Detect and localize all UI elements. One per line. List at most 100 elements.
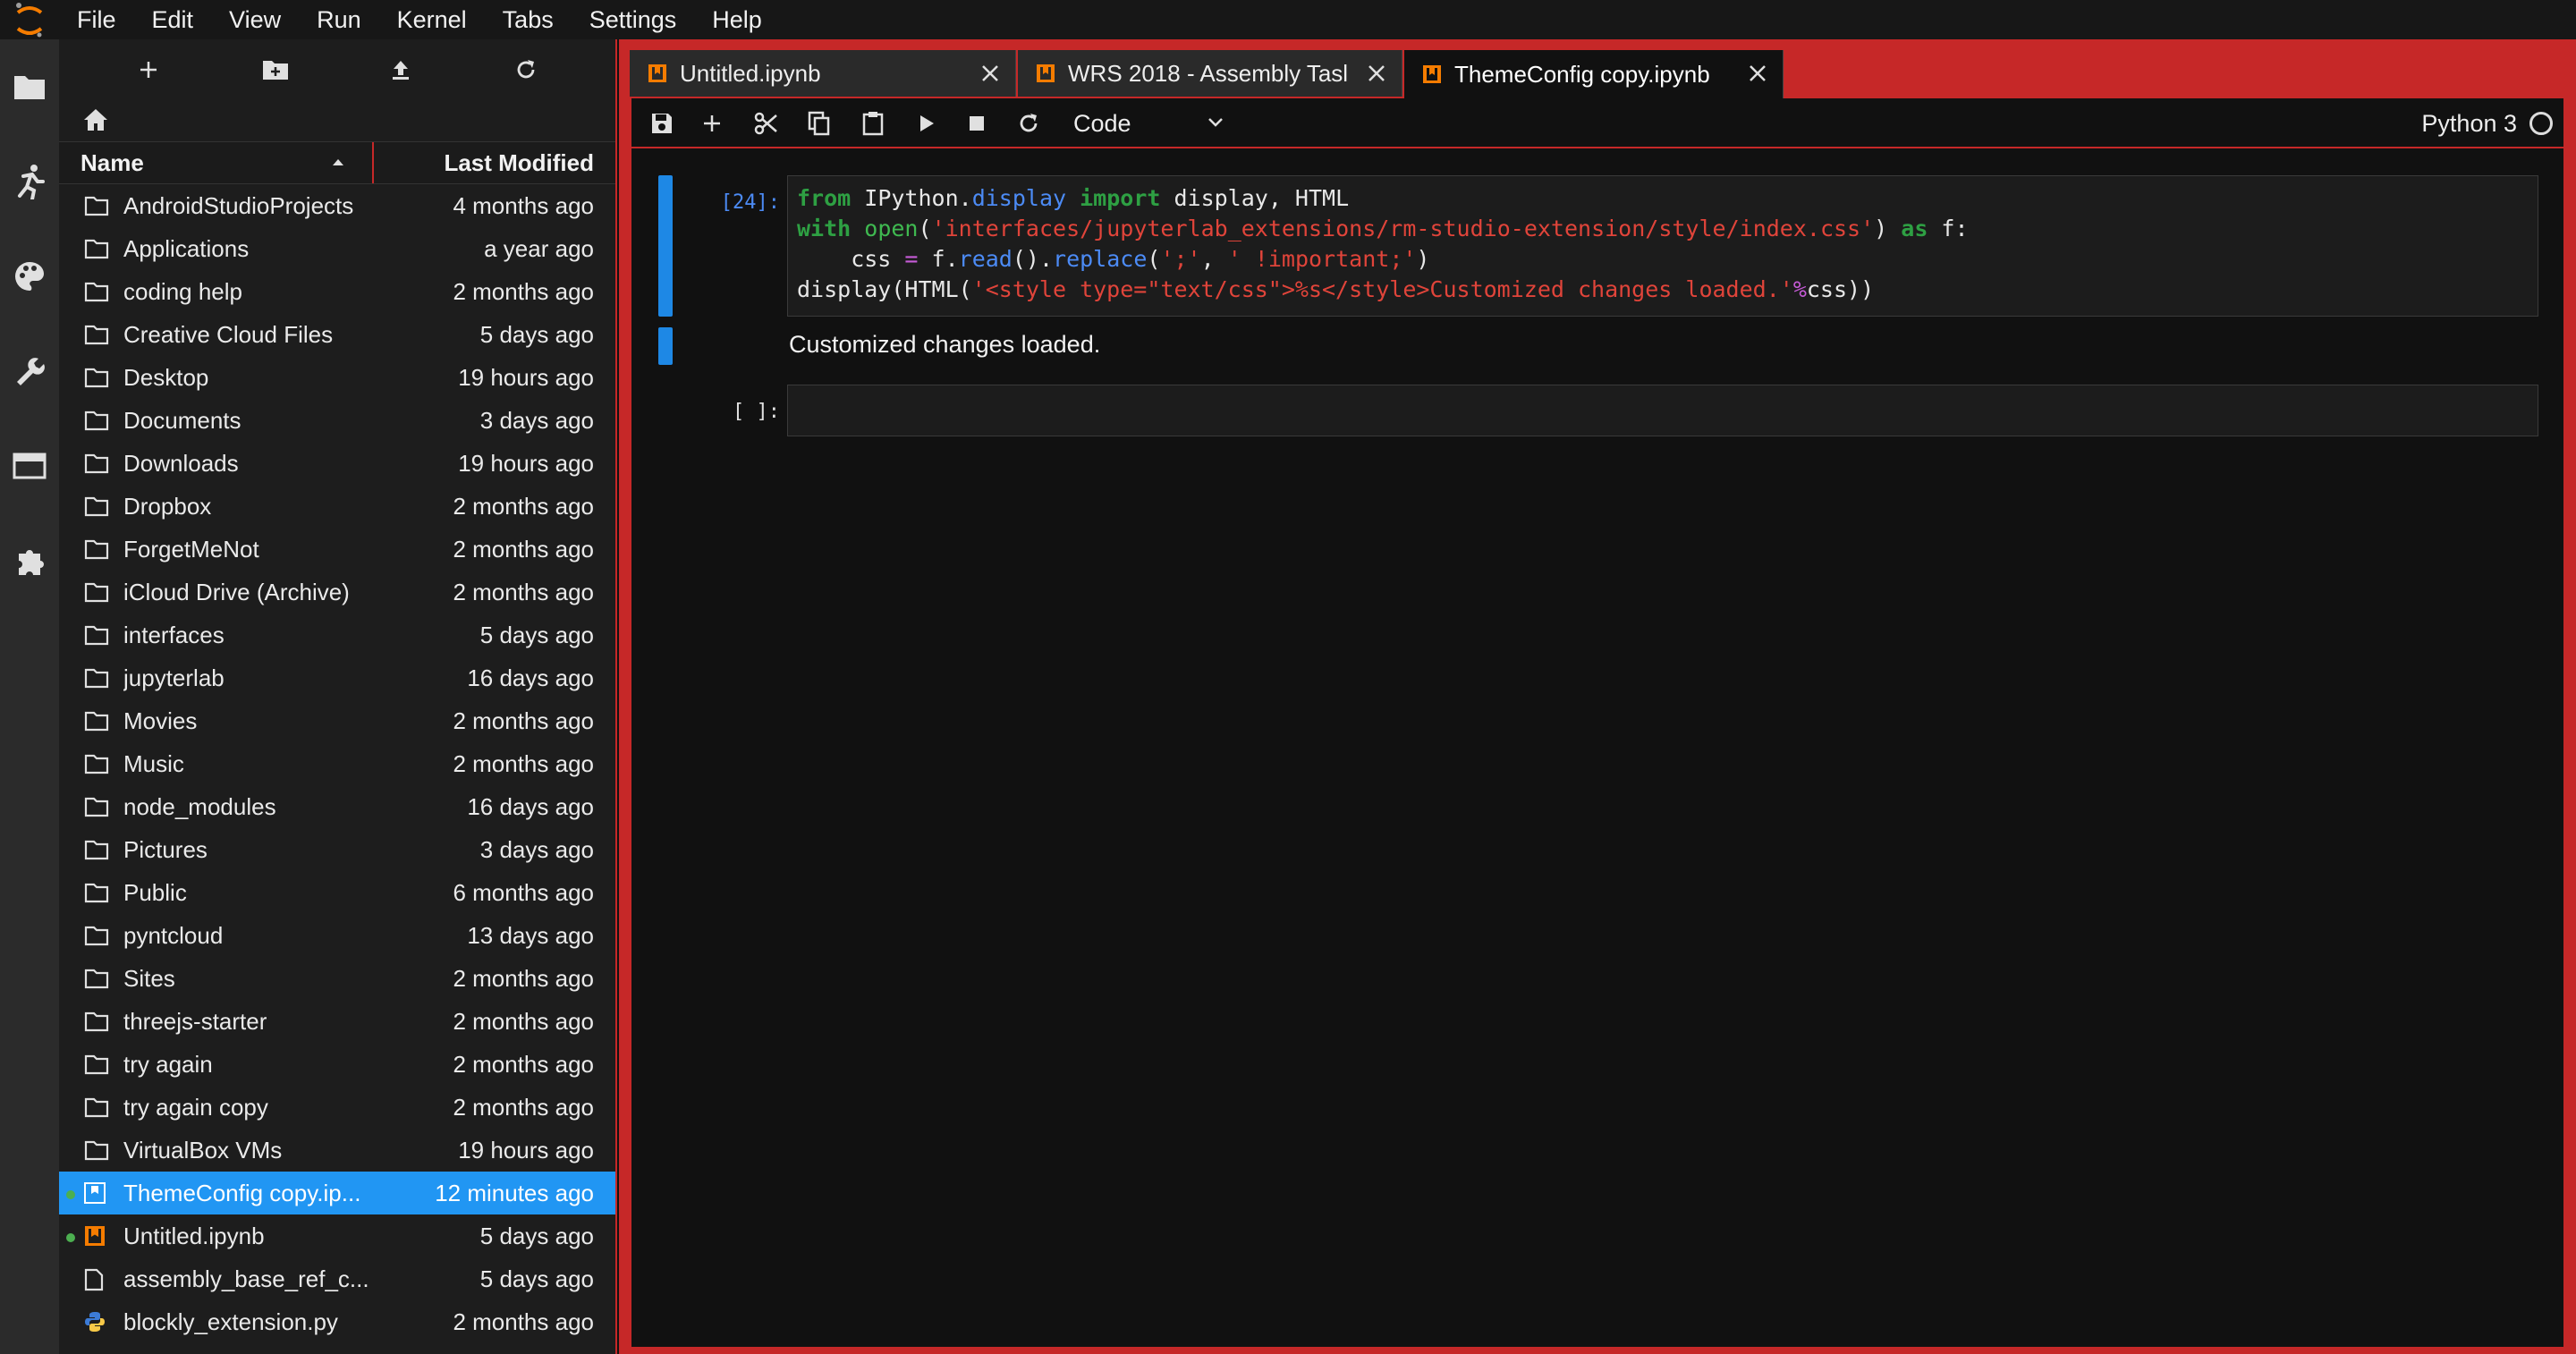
file-modified: 2 months ago: [453, 493, 594, 520]
file-modified: 2 months ago: [453, 579, 594, 605]
file-list-item[interactable]: ForgetMeNot 2 months ago: [59, 528, 615, 571]
restart-icon[interactable]: [1011, 107, 1046, 140]
folder-icon: [84, 538, 109, 562]
home-icon[interactable]: [82, 107, 109, 134]
folder-icon: [84, 968, 109, 991]
file-list-item[interactable]: try again copy 2 months ago: [59, 1086, 615, 1129]
file-list-item[interactable]: Dropbox 2 months ago: [59, 485, 615, 528]
extension-icon[interactable]: [0, 528, 59, 594]
copy-icon[interactable]: [801, 107, 837, 140]
run-icon[interactable]: [909, 107, 945, 140]
file-list-item[interactable]: Downloads 19 hours ago: [59, 442, 615, 485]
paste-icon[interactable]: [855, 107, 891, 140]
file-list-item[interactable]: ThemeConfig copy.ip... 12 minutes ago: [59, 1172, 615, 1214]
file-list-item[interactable]: try again 2 months ago: [59, 1043, 615, 1086]
file-name: ForgetMeNot: [123, 536, 259, 563]
file-list-item[interactable]: Pictures 3 days ago: [59, 828, 615, 871]
refresh-icon[interactable]: [506, 50, 546, 89]
new-folder-icon[interactable]: [256, 50, 295, 89]
kernel-name[interactable]: Python 3: [2421, 98, 2517, 148]
stop-icon[interactable]: [959, 107, 995, 140]
file-list-item[interactable]: pyntcloud 13 days ago: [59, 914, 615, 957]
activity-bar: [0, 39, 59, 1354]
main-dock-area: Untitled.ipynb WRS 2018 - Assembly Tasl …: [619, 39, 2576, 1354]
modified-column-header[interactable]: Last Modified: [374, 142, 615, 183]
file-list-item[interactable]: Movies 2 months ago: [59, 699, 615, 742]
code-line: css = f.read().replace(';', ' !important…: [797, 246, 1430, 272]
menu-kernel[interactable]: Kernel: [379, 0, 485, 39]
folder-icon: [84, 753, 109, 776]
notebook-icon: [84, 1225, 109, 1248]
file-list-item[interactable]: jupyterlab 16 days ago: [59, 656, 615, 699]
file-name: interfaces: [123, 622, 225, 648]
notebook-toolbar: Code Python 3: [631, 98, 2563, 148]
menu-help[interactable]: Help: [694, 0, 780, 39]
file-modified: 19 hours ago: [458, 450, 594, 477]
file-name: jupyterlab: [123, 664, 225, 691]
file-name: Music: [123, 750, 184, 777]
folder-icon: [84, 1011, 109, 1034]
wrench-icon[interactable]: [0, 338, 59, 404]
menu-settings[interactable]: Settings: [572, 0, 695, 39]
file-browser: Name Last Modified AndroidStudioProjects…: [59, 39, 617, 1354]
output-collapser[interactable]: [658, 327, 673, 365]
file-list-item[interactable]: coding help 2 months ago: [59, 270, 615, 313]
cell-collapser[interactable]: [658, 175, 673, 317]
folder-icon[interactable]: [0, 54, 59, 120]
menu-edit[interactable]: Edit: [134, 0, 212, 39]
new-launcher-icon[interactable]: [129, 50, 168, 89]
upload-icon[interactable]: [381, 50, 420, 89]
file-list-item[interactable]: assembly_base_ref_c... 5 days ago: [59, 1257, 615, 1300]
code-editor[interactable]: [787, 385, 2538, 436]
file-name: try again: [123, 1051, 213, 1078]
close-icon[interactable]: [1747, 63, 1768, 84]
name-column-header[interactable]: Name: [59, 142, 374, 183]
file-list-item[interactable]: AndroidStudioProjects 4 months ago: [59, 184, 615, 227]
file-modified: 2 months ago: [453, 536, 594, 563]
close-icon[interactable]: [979, 63, 1001, 84]
file-list: AndroidStudioProjects 4 months ago Applica…: [59, 184, 615, 1343]
file-modified: 2 months ago: [453, 707, 594, 734]
file-list-item[interactable]: Public 6 months ago: [59, 871, 615, 914]
file-list-item[interactable]: node_modules 16 days ago: [59, 785, 615, 828]
tab-themeconfig[interactable]: ThemeConfig copy.ipynb: [1404, 50, 1784, 98]
cell-type-select[interactable]: Code: [1073, 98, 1131, 148]
file-name: Untitled.ipynb: [123, 1223, 265, 1249]
name-column-label: Name: [80, 148, 144, 176]
file-list-item[interactable]: threejs-starter 2 months ago: [59, 1000, 615, 1043]
folder-icon: [84, 624, 109, 647]
menu-run[interactable]: Run: [299, 0, 379, 39]
save-icon[interactable]: [644, 107, 680, 140]
input-prompt: [ ]:: [733, 401, 780, 423]
cut-icon[interactable]: [748, 107, 784, 140]
add-cell-icon[interactable]: [694, 107, 730, 140]
file-list-item[interactable]: Sites 2 months ago: [59, 957, 615, 1000]
file-list-item[interactable]: Documents 3 days ago: [59, 399, 615, 442]
file-modified: 16 days ago: [467, 664, 594, 691]
folder-icon: [84, 1139, 109, 1163]
file-list-item[interactable]: Applications a year ago: [59, 227, 615, 270]
chevron-down-icon[interactable]: [1206, 113, 1225, 132]
running-icon[interactable]: [0, 148, 59, 215]
file-list-item[interactable]: VirtualBox VMs 19 hours ago: [59, 1129, 615, 1172]
close-icon[interactable]: [1366, 63, 1387, 84]
menu-tabs[interactable]: Tabs: [485, 0, 572, 39]
file-list-item[interactable]: interfaces 5 days ago: [59, 614, 615, 656]
tab-untitled[interactable]: Untitled.ipynb: [630, 50, 1016, 97]
file-list-item[interactable]: Music 2 months ago: [59, 742, 615, 785]
file-name: Downloads: [123, 450, 239, 477]
file-list-item[interactable]: iCloud Drive (Archive) 2 months ago: [59, 571, 615, 614]
menu-view[interactable]: View: [211, 0, 299, 39]
tab-wrs-2018[interactable]: WRS 2018 - Assembly Tasl: [1018, 50, 1402, 97]
code-editor[interactable]: from IPython.display import display, HTM…: [787, 175, 2538, 317]
file-list-item[interactable]: blockly_extension.py 2 months ago: [59, 1300, 615, 1343]
folder-icon: [84, 710, 109, 733]
file-list-item[interactable]: Untitled.ipynb 5 days ago: [59, 1214, 615, 1257]
file-list-item[interactable]: Creative Cloud Files 5 days ago: [59, 313, 615, 356]
tabs-icon[interactable]: [0, 433, 59, 499]
file-name: VirtualBox VMs: [123, 1137, 283, 1164]
file-name: Applications: [123, 235, 250, 262]
palette-icon[interactable]: [0, 243, 59, 309]
file-list-item[interactable]: Desktop 19 hours ago: [59, 356, 615, 399]
menu-file[interactable]: File: [59, 0, 134, 39]
